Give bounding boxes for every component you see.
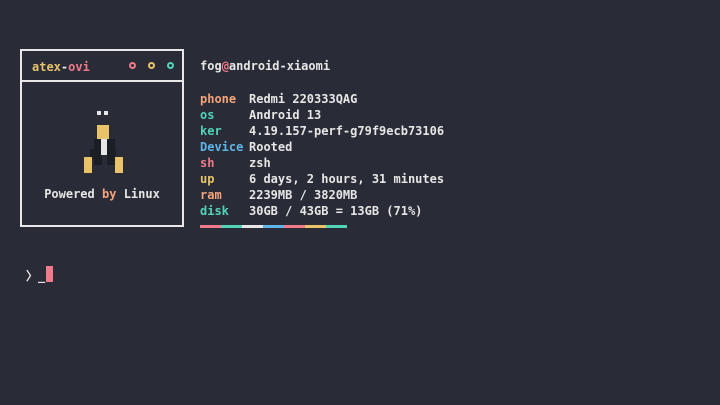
palette-swatch	[284, 225, 305, 228]
info-row-sh: sh zsh	[200, 155, 444, 171]
logo-window-title: atex-ovi	[32, 60, 90, 74]
info-row-ram: ram 2239MB / 3820MB	[200, 187, 444, 203]
info-row-device: Device Rooted	[200, 139, 444, 155]
info-key: phone	[200, 92, 237, 106]
logo-window-titlebar: atex-ovi	[22, 51, 182, 82]
info-row-phone: phone Redmi 220333QAG	[200, 91, 444, 107]
by-text: by	[102, 187, 117, 201]
palette-swatch	[221, 225, 242, 228]
info-value: 4.19.157-perf-g79f9ecb73106	[249, 124, 445, 138]
color-palette-bar	[200, 225, 347, 228]
info-value: 6 days, 2 hours, 31 minutes	[249, 172, 445, 186]
powered-text: Powered	[44, 187, 95, 201]
info-value: Redmi 220333QAG	[249, 92, 358, 106]
system-info-list: phone Redmi 220333QAG os Android 13 ker 4.19.…	[200, 91, 444, 219]
info-value: 2239MB / 3820MB	[249, 188, 358, 202]
title-part-1: atex	[32, 60, 61, 74]
text-cursor[interactable]	[46, 266, 53, 282]
info-row-os: os Android 13	[200, 107, 444, 123]
info-value: 30GB / 43GB = 13GB (71%)	[249, 204, 423, 218]
info-key: disk	[200, 204, 229, 218]
hostname: android-xiaomi	[228, 59, 331, 73]
close-dot-icon	[129, 62, 136, 69]
title-part-2: ovi	[68, 60, 90, 74]
info-key: Device	[200, 140, 244, 154]
info-key: sh	[200, 156, 215, 170]
maximize-dot-icon	[167, 62, 174, 69]
username: fog	[200, 59, 222, 73]
shell-prompt: 〉_	[26, 269, 46, 283]
info-key: ram	[200, 188, 222, 202]
info-row-ker: ker 4.19.157-perf-g79f9ecb73106	[200, 123, 444, 139]
window-controls	[129, 62, 174, 69]
logo-window: atex-ovi Powered by Linux	[20, 49, 184, 227]
linux-text: Linux	[123, 187, 160, 201]
info-value: Rooted	[249, 140, 293, 154]
at-sign: @	[221, 59, 229, 73]
palette-swatch	[305, 225, 326, 228]
tux-penguin-icon	[84, 111, 123, 173]
palette-swatch	[242, 225, 263, 228]
info-key: up	[200, 172, 215, 186]
info-value: Android 13	[249, 108, 322, 122]
info-key: os	[200, 108, 215, 122]
palette-swatch	[263, 225, 284, 228]
user-host: fog@android-xiaomi	[200, 59, 330, 73]
palette-swatch	[200, 225, 221, 228]
info-row-up: up 6 days, 2 hours, 31 minutes	[200, 171, 444, 187]
info-key: ker	[200, 124, 222, 138]
powered-by-linux: Powered by Linux	[22, 187, 182, 201]
info-row-disk: disk 30GB / 43GB = 13GB (71%)	[200, 203, 444, 219]
minimize-dot-icon	[148, 62, 155, 69]
terminal-screen[interactable]: atex-ovi Powered by Linux fog@android-xi…	[0, 0, 720, 405]
palette-swatch	[326, 225, 347, 228]
info-value: zsh	[249, 156, 271, 170]
